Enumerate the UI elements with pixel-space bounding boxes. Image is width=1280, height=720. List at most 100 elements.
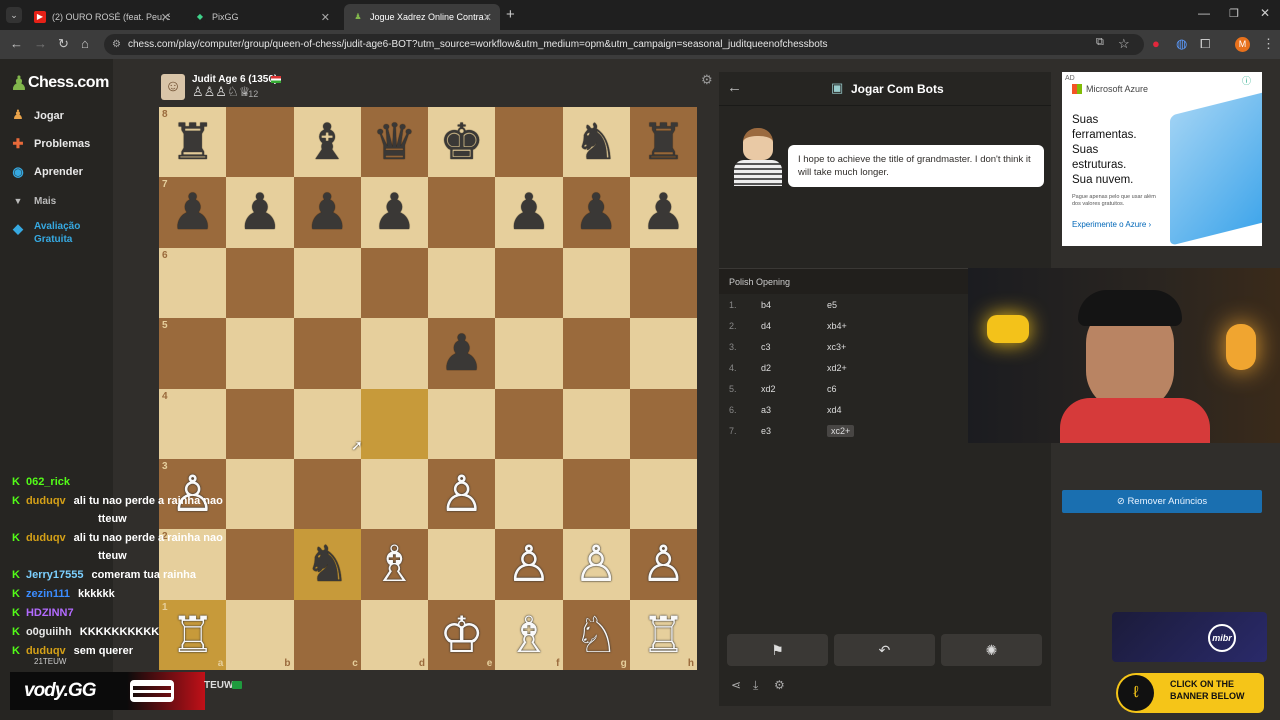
share-icon[interactable]: ⋖ [731,678,741,692]
takeback-button[interactable]: ↶ [834,634,935,666]
square-f4[interactable] [495,388,563,459]
free-trial-link[interactable]: ◆ Avaliação Gratuita [10,221,80,245]
chat-username[interactable]: Jerry17555 [26,569,84,581]
ad-cta[interactable]: Experimente o Azure › [1072,220,1151,229]
square-h6[interactable] [629,247,697,319]
black-piece-h7[interactable]: ♟ [630,177,697,247]
square-d3[interactable] [360,458,428,530]
chat-username[interactable]: zezin111 [26,588,70,600]
forward-icon[interactable]: → [34,36,47,51]
square-h5[interactable] [629,318,697,389]
square-b4[interactable] [226,388,294,459]
extension-audio-icon[interactable]: ◍ [1176,36,1187,52]
square-e6[interactable] [428,247,496,319]
square-a4[interactable]: 4 [159,388,227,459]
tab-chess[interactable]: ♟ Jogue Xadrez Online Contra o Computado… [344,4,500,30]
black-move[interactable]: xc3+ [827,342,846,352]
white-piece-f1[interactable]: ♗ [495,600,562,670]
black-piece-g8[interactable]: ♞ [563,107,630,177]
resign-button[interactable]: ⚑ [727,634,828,666]
square-f6[interactable] [495,247,563,319]
profile-avatar[interactable]: M [1235,37,1250,52]
square-a6[interactable]: 6 [159,247,227,319]
square-c3[interactable] [293,458,361,530]
sidebar-item-jogar[interactable]: ♟ Jogar [10,108,64,124]
tab-pixgg[interactable]: ◆ PixGG ✕ [186,4,338,30]
chat-username[interactable]: o0guiihh [26,626,72,638]
square-g3[interactable] [562,458,630,530]
extension-red-icon[interactable]: ● [1152,36,1160,51]
white-piece-e1[interactable]: ♔ [428,600,495,670]
square-b8[interactable] [226,107,294,178]
black-piece-a7[interactable]: ♟ [159,177,226,247]
black-move[interactable]: xc2+ [827,425,855,437]
close-tab-icon[interactable]: ✕ [161,11,170,24]
menu-kebab-icon[interactable]: ⋮ [1262,36,1275,52]
install-icon[interactable]: ⧉ [1096,36,1104,49]
black-piece-e5[interactable]: ♟ [428,318,495,388]
black-piece-e8[interactable]: ♚ [428,107,495,177]
close-window-icon[interactable]: ✕ [1260,6,1270,20]
black-move[interactable]: xb4+ [827,321,847,331]
close-tab-icon[interactable]: ✕ [483,11,492,24]
close-tab-icon[interactable]: ✕ [321,11,330,24]
square-e4[interactable] [428,388,496,459]
black-piece-c2[interactable]: ♞ [294,529,361,599]
chat-username[interactable]: HDZINN7 [26,607,74,619]
square-g5[interactable] [562,318,630,389]
new-tab-icon[interactable]: + [506,6,515,23]
hint-button[interactable]: ✺ [941,634,1042,666]
black-piece-b7[interactable]: ♟ [226,177,293,247]
white-piece-g2[interactable]: ♙ [563,529,630,599]
square-h3[interactable] [629,458,697,530]
square-e2[interactable] [428,529,496,600]
white-move[interactable]: b4 [761,300,771,310]
black-move[interactable]: xd4 [827,405,842,415]
home-icon[interactable]: ⌂ [81,36,89,51]
white-move[interactable]: d4 [761,321,771,331]
square-a5[interactable]: 5 [159,318,227,389]
square-c6[interactable] [293,247,361,319]
black-piece-d8[interactable]: ♛ [361,107,428,177]
settings-icon[interactable]: ⚙ [774,678,785,692]
black-piece-c7[interactable]: ♟ [294,177,361,247]
black-piece-d7[interactable]: ♟ [361,177,428,247]
square-d1[interactable]: d [360,599,428,670]
square-c1[interactable]: c [293,599,361,670]
click-banner[interactable]: ℓ CLICK ON THE BANNER BELOW [1116,673,1264,713]
sidebar-item-problemas[interactable]: ✚ Problemas [10,136,91,152]
square-d4[interactable] [360,388,428,459]
sidebar-item-mais[interactable]: ▼ Mais [10,193,57,209]
square-g4[interactable] [562,388,630,459]
reload-icon[interactable]: ↻ [58,36,69,52]
ad-banner[interactable]: AD ⓘ Microsoft Azure Suas ferramentas. S… [1062,72,1262,246]
white-piece-e3[interactable]: ♙ [428,459,495,529]
chat-username[interactable]: duduqv [26,645,66,657]
extensions-icon[interactable]: ⧠ [1200,36,1210,52]
chesscom-logo[interactable]: ♟ Chess.com [10,71,109,95]
tab-search-icon[interactable]: ⌄ [6,7,22,23]
white-piece-h2[interactable]: ♙ [630,529,697,599]
white-move[interactable]: c3 [761,342,771,352]
square-f8[interactable] [495,107,563,178]
black-move[interactable]: c6 [827,384,837,394]
square-h4[interactable] [629,388,697,459]
restore-icon[interactable]: ❐ [1229,7,1239,20]
black-piece-g7[interactable]: ♟ [563,177,630,247]
square-e7[interactable] [428,177,496,248]
board-settings-icon[interactable]: ⚙ [701,72,713,88]
square-d6[interactable] [360,247,428,319]
sidebar-item-aprender[interactable]: ◉ Aprender [10,164,83,180]
tab-youtube[interactable]: ▶ (2) OURO ROSÉ (feat. Peu, Sueli) ✕ [26,4,178,30]
black-piece-h8[interactable]: ♜ [630,107,697,177]
white-move[interactable]: e3 [761,426,771,436]
back-icon[interactable]: ← [10,36,23,51]
address-bar[interactable]: ⚙ chess.com/play/computer/group/queen-of… [104,34,1144,55]
bookmark-star-icon[interactable]: ☆ [1118,36,1130,52]
ad-info-icon[interactable]: ⓘ [1242,74,1251,87]
download-icon[interactable]: ⤓ [753,678,758,693]
white-move[interactable]: a3 [761,405,771,415]
square-f3[interactable] [495,458,563,530]
site-info-icon[interactable]: ⚙ [112,34,121,55]
chat-username[interactable]: 062_rick [26,476,70,488]
